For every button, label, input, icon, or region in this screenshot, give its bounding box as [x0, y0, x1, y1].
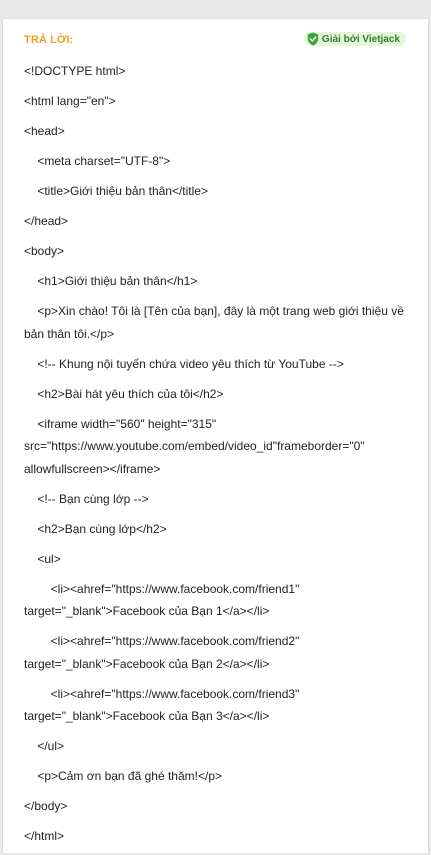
shield-check-icon — [307, 32, 319, 46]
code-line: <li><ahref="https://www.facebook.com/fri… — [24, 634, 303, 671]
code-line: <body> — [24, 244, 65, 258]
code-listing: <!DOCTYPE html> <html lang="en"> <head> … — [24, 60, 414, 855]
code-line: <li><ahref="https://www.facebook.com/fri… — [24, 581, 303, 619]
code-line: <!DOCTYPE html> — [24, 64, 126, 78]
code-line: <html lang="en"> — [24, 94, 116, 108]
code-line: <li><ahref="https://www.facebook.com/fri… — [24, 686, 303, 724]
code-line: <title>Giới thiệu bản thân</title> — [24, 184, 208, 198]
code-line: <p>Xin chào! Tôi là [Tên của bạn], đây l… — [24, 304, 408, 341]
code-line: <head> — [24, 124, 65, 138]
code-line: <p>Cảm ơn bạn đã ghé thăm!</p> — [24, 769, 223, 783]
code-line: <h2>Bài hát yêu thích của tôi</h2> — [24, 386, 224, 401]
code-line: <h2>Bạn cùng lớp</h2> — [24, 521, 167, 536]
code-line: <!-- Khung nội tuyến chứa video yêu thíc… — [24, 356, 344, 371]
code-line: <ul> — [24, 551, 61, 566]
code-line: </head> — [24, 214, 69, 228]
code-line: </body> — [24, 799, 68, 813]
solved-by-label: Giải bởi Vietjack — [321, 33, 400, 45]
answer-card: TRẢ LỜI: Giải bởi Vietjack <!DOCTYPE htm… — [2, 18, 429, 853]
solved-by-badge[interactable]: Giải bởi Vietjack — [303, 32, 406, 46]
code-line: <!-- Bạn cùng lớp --> — [24, 491, 149, 506]
answer-heading: TRẢ LỜI: — [24, 34, 74, 46]
code-line: </ul> — [24, 739, 65, 753]
code-line: <h1>Giới thiệu bản thân</h1> — [24, 274, 198, 288]
code-line: <meta charset="UTF-8"> — [24, 154, 171, 168]
code-line: <iframe width="560" height="315" src="ht… — [24, 416, 368, 476]
code-line: </html> — [24, 829, 65, 843]
